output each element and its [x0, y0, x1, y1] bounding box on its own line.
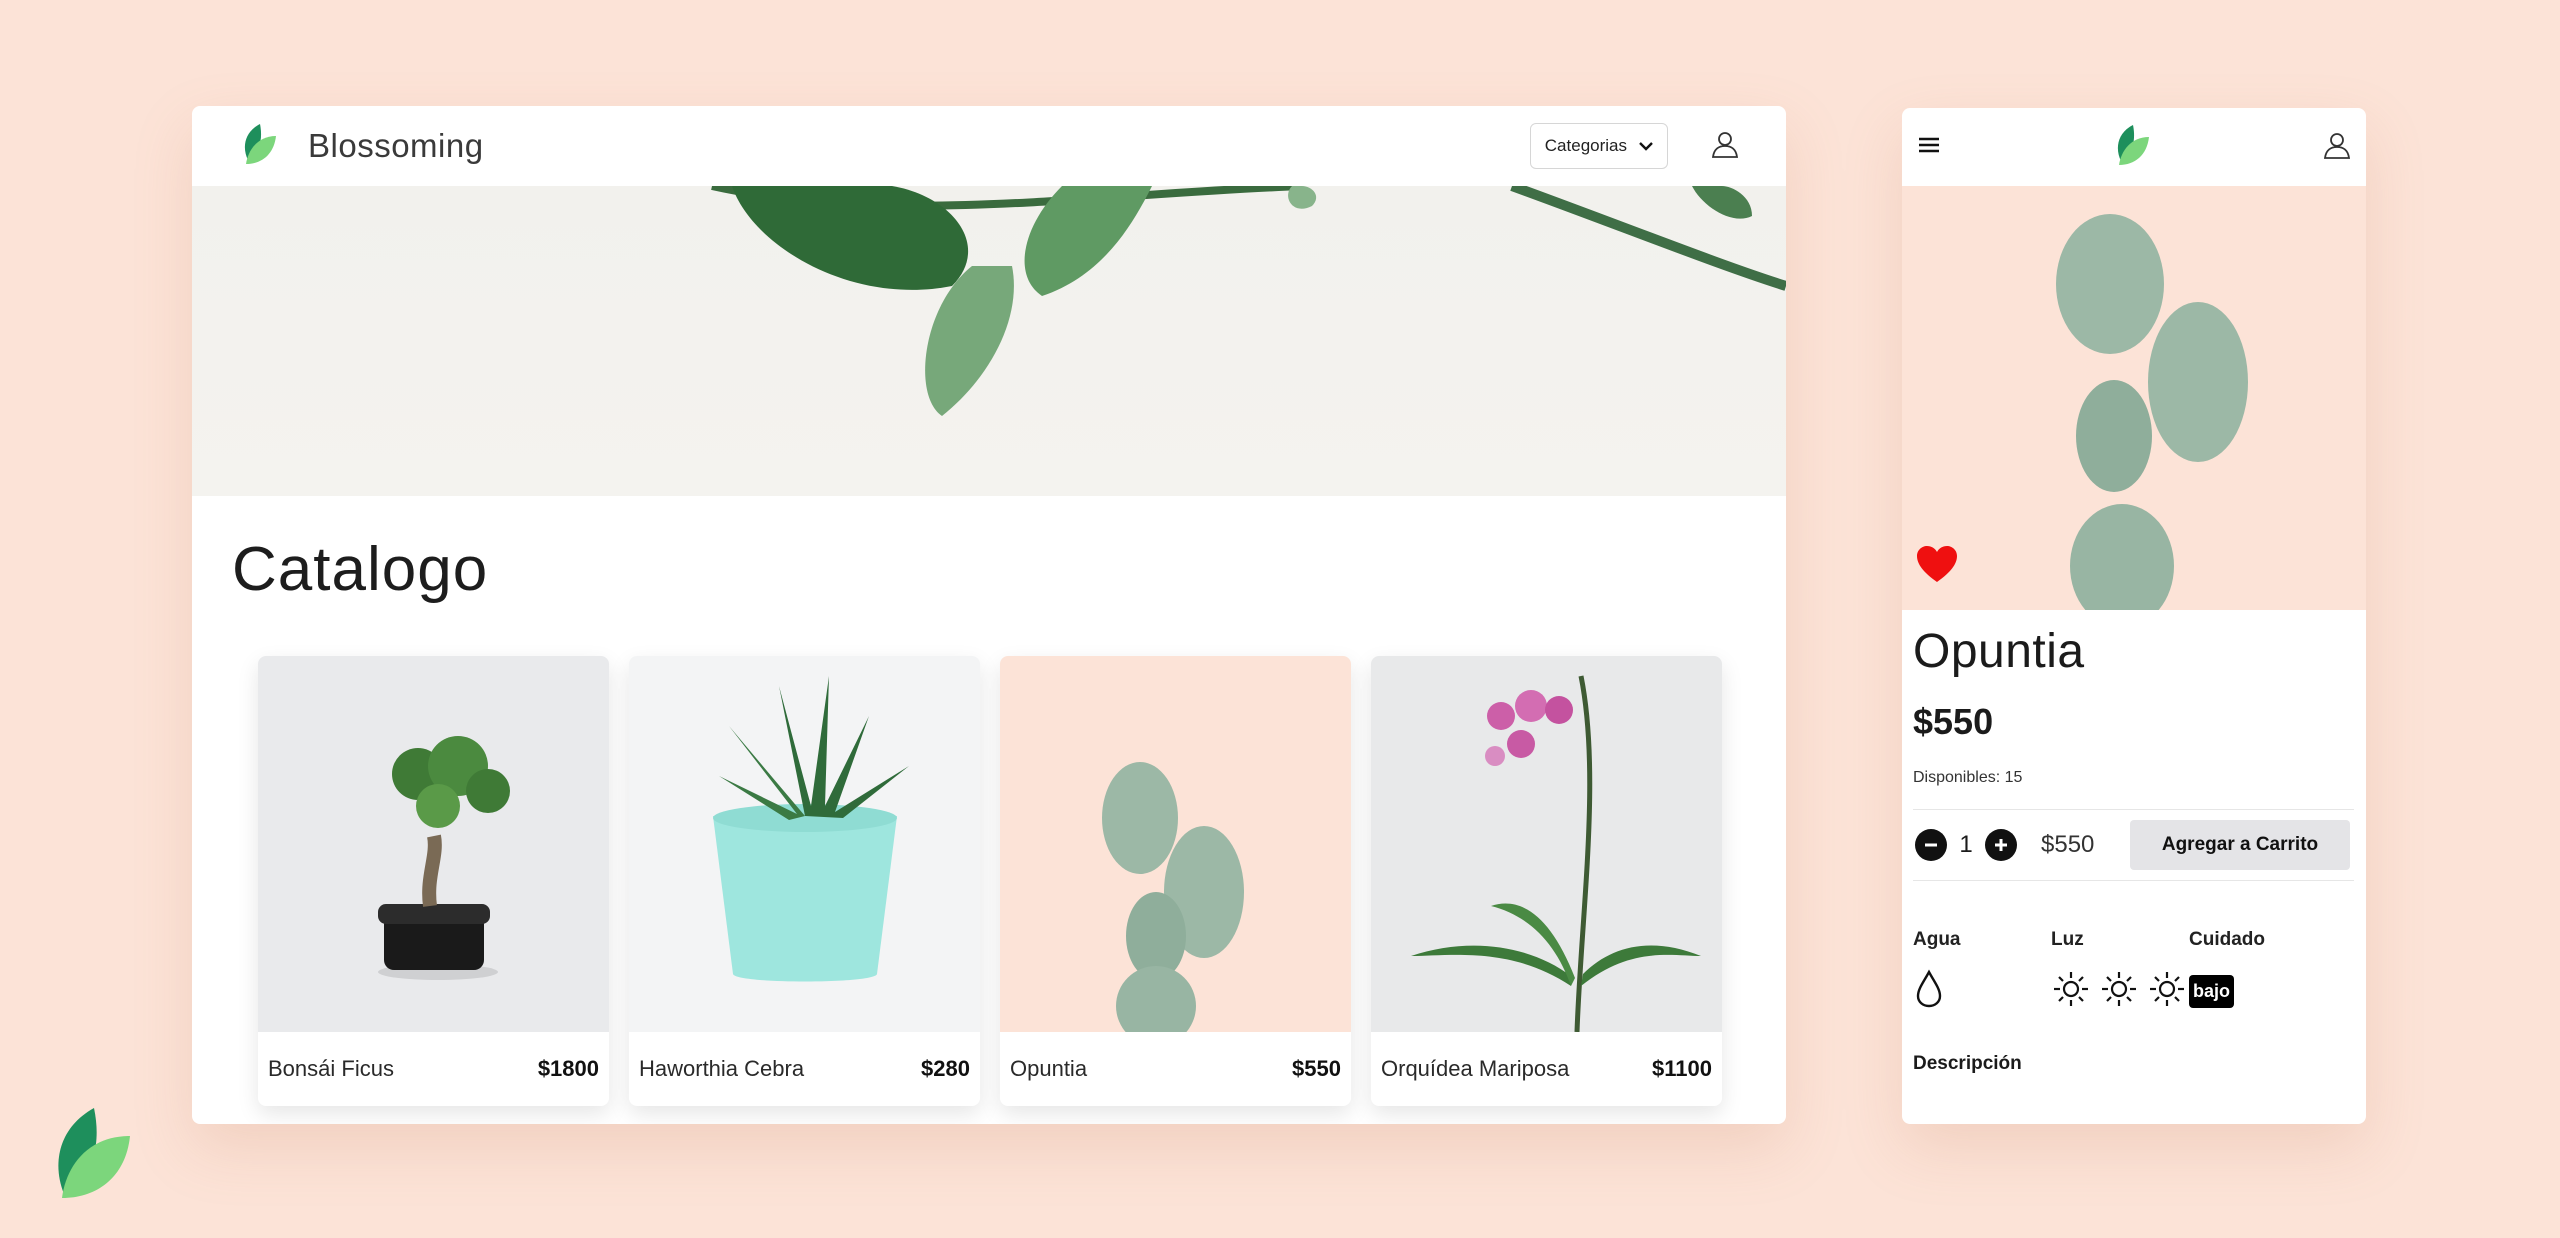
chevron-down-icon: [1639, 136, 1653, 156]
product-price: $550: [1913, 701, 1994, 742]
line-total: $550: [2041, 831, 2095, 858]
categories-label: Categorias: [1544, 136, 1627, 155]
product-price: $1100: [1652, 1056, 1712, 1081]
light-label: Luz: [2051, 929, 2084, 950]
product-image: [1000, 656, 1351, 1032]
care-level-badge: bajo: [2189, 974, 2235, 1008]
product-price: $280: [921, 1056, 970, 1081]
care-label: Cuidado: [2189, 929, 2265, 950]
care-level-info: Cuidado bajo: [2189, 929, 2327, 1011]
product-card-footer: Bonsái Ficus $1800: [258, 1032, 609, 1106]
product-image: [1371, 656, 1722, 1032]
product-card-footer: Orquídea Mariposa $1100: [1371, 1032, 1722, 1106]
hero-banner-image: [192, 186, 1786, 496]
product-card[interactable]: Haworthia Cebra $280: [629, 656, 980, 1106]
quantity-row: 1 $550 Agregar a Carrito: [1913, 809, 2354, 881]
menu-icon[interactable]: [1916, 134, 1942, 161]
user-icon: [1710, 129, 1740, 164]
brand[interactable]: Blossoming: [240, 122, 484, 171]
product-hero-image: [1902, 186, 2366, 610]
water-label: Agua: [1913, 929, 1961, 950]
product-card[interactable]: Bonsái Ficus $1800: [258, 656, 609, 1106]
description-label: Descripción: [1913, 1053, 2022, 1074]
decrease-quantity-button[interactable]: [1915, 829, 1947, 861]
sun-icon: [2147, 969, 2187, 1014]
product-detail: Opuntia $550 Disponibles: 15 1 $550 Agre…: [1902, 624, 2366, 1075]
add-to-cart-button[interactable]: Agregar a Carrito: [2130, 820, 2350, 870]
mobile-window: Opuntia $550 Disponibles: 15 1 $550 Agre…: [1902, 108, 2366, 1124]
sun-icon: [2051, 969, 2091, 1014]
product-name: Orquídea Mariposa: [1381, 1056, 1570, 1081]
heart-icon[interactable]: [1915, 544, 1959, 589]
corner-leaf-logo-icon: [48, 1104, 134, 1205]
product-name: Opuntia: [1010, 1056, 1088, 1081]
product-image: [629, 656, 980, 1032]
categories-dropdown[interactable]: Categorias: [1529, 123, 1668, 169]
increase-quantity-button[interactable]: [1985, 829, 2017, 861]
product-price: $1800: [537, 1056, 599, 1081]
user-account-button[interactable]: [1710, 129, 1740, 164]
product-card-footer: Opuntia $550: [1000, 1032, 1351, 1106]
product-name: Bonsái Ficus: [268, 1056, 394, 1081]
product-image: [258, 656, 609, 1032]
water-info: Agua: [1913, 929, 2051, 1011]
desktop-header: Blossoming Categorias: [192, 106, 1786, 186]
desktop-window: Blossoming Categorias Catalogo Bonsái Fi…: [192, 106, 1786, 1124]
care-info: Agua Luz Cuidado bajo: [1913, 929, 2354, 1011]
product-name: Haworthia Cebra: [639, 1056, 805, 1081]
product-card[interactable]: Orquídea Mariposa $1100: [1371, 656, 1722, 1106]
product-grid: Bonsái Ficus $1800 Haworthia Cebra $280: [258, 656, 1722, 1106]
user-icon[interactable]: [2322, 130, 2352, 165]
catalog-title: Catalogo: [232, 535, 489, 604]
brand-name: Blossoming: [308, 127, 484, 164]
quantity-value: 1: [1959, 831, 1973, 858]
sun-icon: [2099, 969, 2139, 1014]
leaf-logo-icon: [240, 122, 278, 171]
product-price: $550: [1292, 1056, 1341, 1081]
water-drop-icon: [1913, 968, 1945, 1014]
product-card-footer: Haworthia Cebra $280: [629, 1032, 980, 1106]
stock-text: Disponibles: 15: [1913, 769, 2023, 786]
product-card[interactable]: Opuntia $550: [1000, 656, 1351, 1106]
light-info: Luz: [2051, 929, 2189, 1011]
mobile-header: [1902, 108, 2366, 186]
product-title: Opuntia: [1913, 625, 2085, 678]
leaf-logo-icon[interactable]: [2113, 123, 2151, 172]
